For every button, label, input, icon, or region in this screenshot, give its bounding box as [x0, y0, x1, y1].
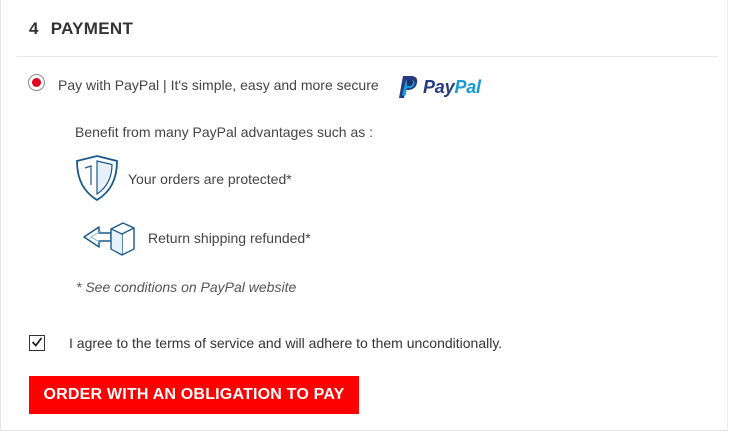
benefit-item: Your orders are protected* [74, 154, 292, 207]
radio-selected-dot [32, 78, 41, 87]
benefit-text: Your orders are protected* [128, 171, 292, 187]
terms-label[interactable]: I agree to the terms of service and will… [69, 335, 502, 351]
shield-icon [76, 155, 118, 202]
conditions-note: * See conditions on PayPal website [76, 279, 297, 295]
section-number: 4 [29, 19, 39, 38]
order-button[interactable]: ORDER WITH AN OBLIGATION TO PAY [29, 376, 359, 414]
paypal-icon [399, 76, 418, 98]
section-header: 4 PAYMENT [29, 19, 133, 39]
paypal-option-label[interactable]: Pay with PayPal | It's simple, easy and … [58, 77, 379, 93]
payment-panel: 4 PAYMENT Pay with PayPal | It's simple, … [0, 0, 728, 431]
benefit-text: Return shipping refunded* [148, 230, 311, 246]
checkmark-icon [31, 337, 43, 347]
benefit-item: Return shipping refunded* [79, 220, 311, 263]
benefits-intro: Benefit from many PayPal advantages such… [75, 124, 374, 140]
terms-checkbox[interactable] [29, 335, 45, 351]
section-title: PAYMENT [50, 19, 134, 38]
paypal-logo: PayPal [397, 74, 481, 100]
paypal-radio[interactable] [28, 74, 45, 91]
return-box-icon [83, 222, 135, 256]
paypal-wordmark: PayPal [423, 76, 481, 97]
header-divider [17, 56, 718, 57]
